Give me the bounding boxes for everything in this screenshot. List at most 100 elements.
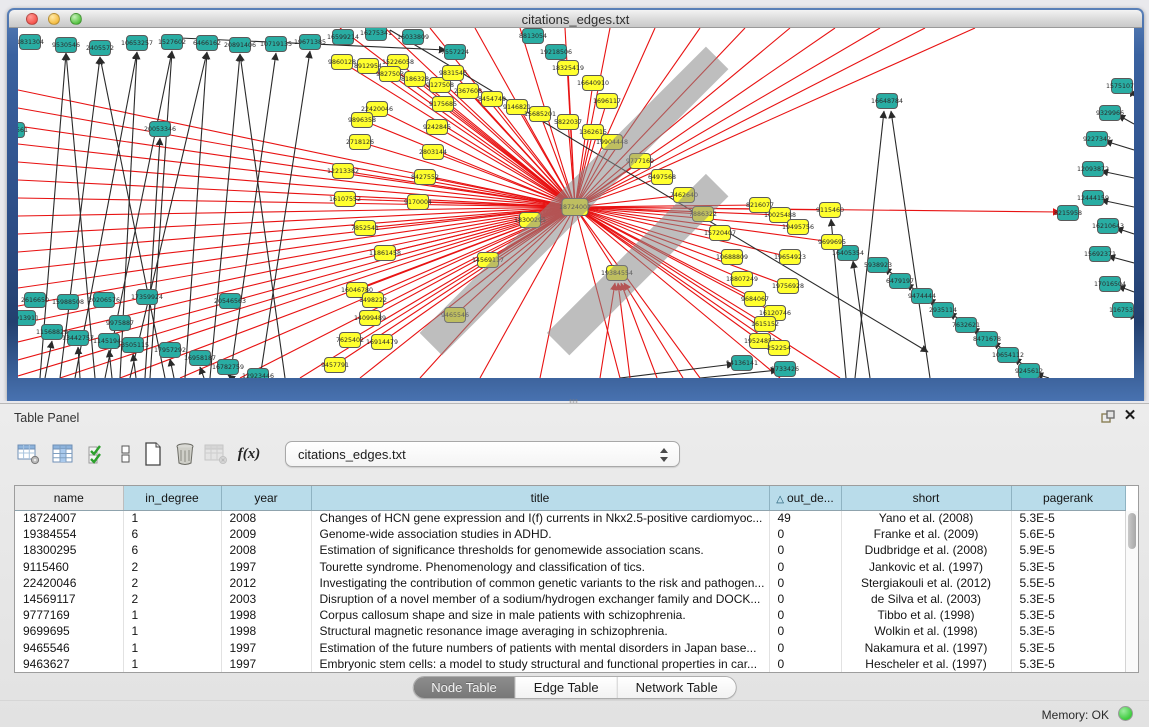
table-cell: 5.3E-5 (1011, 559, 1125, 575)
memory-status-indicator[interactable] (1118, 706, 1133, 721)
table-cell: Nakamura et al. (1997) (841, 640, 1011, 656)
table-cell: 9465546 (15, 640, 123, 656)
table-cell: Hescheler et al. (1997) (841, 656, 1011, 672)
show-columns-icon[interactable] (50, 441, 76, 467)
table-row[interactable]: 946554611997Estimation of the future num… (15, 640, 1125, 656)
table-cell: Tourette syndrome. Phenomenology and cla… (311, 559, 769, 575)
table-cell: 5.3E-5 (1011, 510, 1125, 526)
table-cell: 5.5E-5 (1011, 575, 1125, 591)
table-row[interactable]: 1938455462009Genome-wide association stu… (15, 526, 1125, 542)
rows-icon[interactable] (113, 441, 139, 467)
table-cell: 5.3E-5 (1011, 591, 1125, 607)
column-header-year[interactable]: year (221, 486, 311, 510)
table-type-segmented-control: Node TableEdge TableNetwork Table (412, 676, 737, 699)
status-bar: Memory: OK (0, 700, 1149, 727)
table-header-row: namein_degreeyeartitle△out_de...shortpag… (15, 486, 1125, 510)
table-cell: 6 (123, 526, 221, 542)
network-window-titlebar[interactable]: citations_edges.txt (9, 10, 1142, 28)
table-cell: Yano et al. (2008) (841, 510, 1011, 526)
table-cell: 5.3E-5 (1011, 640, 1125, 656)
table-cell: Wolkin et al. (1998) (841, 623, 1011, 639)
table-cell: 18724007 (15, 510, 123, 526)
table-row[interactable]: 969969511998Structural magnetic resonanc… (15, 623, 1125, 639)
table-cell: 22420046 (15, 575, 123, 591)
table-row[interactable]: 946362711997Embryonic stem cells: a mode… (15, 656, 1125, 672)
table-cell: 6 (123, 542, 221, 558)
table-cell: Estimation of the future numbers of pati… (311, 640, 769, 656)
tab-node-table[interactable]: Node Table (413, 677, 516, 698)
table-cell: 2003 (221, 591, 311, 607)
node-table-grid: namein_degreeyeartitle△out_de...shortpag… (15, 486, 1126, 672)
table-row[interactable]: 1830029562008Estimation of significance … (15, 542, 1125, 558)
table-cell: 0 (769, 623, 841, 639)
table-cell: Estimation of significance thresholds fo… (311, 542, 769, 558)
dropdown-arrows-icon (660, 446, 669, 464)
table-settings-icon[interactable] (16, 441, 42, 467)
table-cell: 1 (123, 510, 221, 526)
table-row[interactable]: 2242004622012Investigating the contribut… (15, 575, 1125, 591)
import-table-icon[interactable] (203, 441, 229, 467)
column-header-pagerank[interactable]: pagerank (1011, 486, 1125, 510)
table-cell: 0 (769, 559, 841, 575)
table-selector-dropdown[interactable]: citations_edges.txt (285, 441, 680, 467)
table-cell: 0 (769, 542, 841, 558)
table-cell: 2008 (221, 542, 311, 558)
table-cell: 49 (769, 510, 841, 526)
column-header-out_de[interactable]: △out_de... (769, 486, 841, 510)
table-cell: Structural magnetic resonance image aver… (311, 623, 769, 639)
table-cell: Tibbo et al. (1998) (841, 607, 1011, 623)
scrollbar-thumb[interactable] (1128, 513, 1136, 549)
tab-network-table[interactable]: Network Table (618, 677, 736, 698)
table-cell: 1998 (221, 623, 311, 639)
table-cell: 1 (123, 623, 221, 639)
table-cell: Disruption of a novel member of a sodium… (311, 591, 769, 607)
table-cell: Jankovic et al. (1997) (841, 559, 1011, 575)
table-panel-title: Table Panel (14, 411, 79, 425)
table-cell: 9777169 (15, 607, 123, 623)
table-cell: 1 (123, 656, 221, 672)
table-cell: 2009 (221, 526, 311, 542)
cytoscape-desktop: citations_edges.txt 18313049530546240557… (0, 0, 1149, 727)
table-cell: Stergiakouli et al. (2012) (841, 575, 1011, 591)
table-cell: 0 (769, 526, 841, 542)
delete-table-icon[interactable] (172, 441, 198, 467)
table-panel-header: Table Panel ✕ (0, 404, 1149, 431)
table-row[interactable]: 977716911998Corpus callosum shape and si… (15, 607, 1125, 623)
table-cell: 5.3E-5 (1011, 656, 1125, 672)
table-cell: 2 (123, 591, 221, 607)
column-header-name[interactable]: name (15, 486, 123, 510)
select-all-icon[interactable] (84, 441, 110, 467)
column-header-title[interactable]: title (311, 486, 769, 510)
table-row[interactable]: 911546021997Tourette syndrome. Phenomeno… (15, 559, 1125, 575)
table-cell: 5.3E-5 (1011, 623, 1125, 639)
table-cell: 1 (123, 640, 221, 656)
function-builder-icon[interactable]: f(x) (236, 441, 262, 467)
network-view-window[interactable]: citations_edges.txt 18313049530546240557… (7, 8, 1144, 401)
table-tabs-row: Node TableEdge TableNetwork Table (0, 673, 1149, 703)
table-cell: Changes of HCN gene expression and I(f) … (311, 510, 769, 526)
window-resize-handle[interactable] (18, 28, 1132, 376)
node-table: namein_degreeyeartitle△out_de...shortpag… (14, 485, 1139, 673)
table-cell: 0 (769, 591, 841, 607)
table-cell: Franke et al. (2009) (841, 526, 1011, 542)
table-cell: 1997 (221, 656, 311, 672)
table-row[interactable]: 1456911722003Disruption of a novel membe… (15, 591, 1125, 607)
new-table-icon[interactable] (140, 441, 166, 467)
table-vertical-scrollbar[interactable] (1125, 511, 1138, 672)
float-panel-icon[interactable] (1101, 410, 1115, 424)
table-row[interactable]: 1872400712008Changes of HCN gene express… (15, 510, 1125, 526)
close-panel-icon[interactable]: ✕ (1122, 408, 1138, 424)
table-cell: 9115460 (15, 559, 123, 575)
table-cell: 18300295 (15, 542, 123, 558)
tab-edge-table[interactable]: Edge Table (516, 677, 618, 698)
table-cell: Corpus callosum shape and size in male p… (311, 607, 769, 623)
column-header-short[interactable]: short (841, 486, 1011, 510)
table-cell: 14569117 (15, 591, 123, 607)
table-cell: 1997 (221, 640, 311, 656)
column-header-in_degree[interactable]: in_degree (123, 486, 221, 510)
network-canvas[interactable]: 1831304953054624055721065325715276026466… (18, 28, 1134, 378)
table-cell: 0 (769, 640, 841, 656)
table-cell: de Silva et al. (2003) (841, 591, 1011, 607)
table-cell: 2008 (221, 510, 311, 526)
table-cell: 5.9E-5 (1011, 542, 1125, 558)
